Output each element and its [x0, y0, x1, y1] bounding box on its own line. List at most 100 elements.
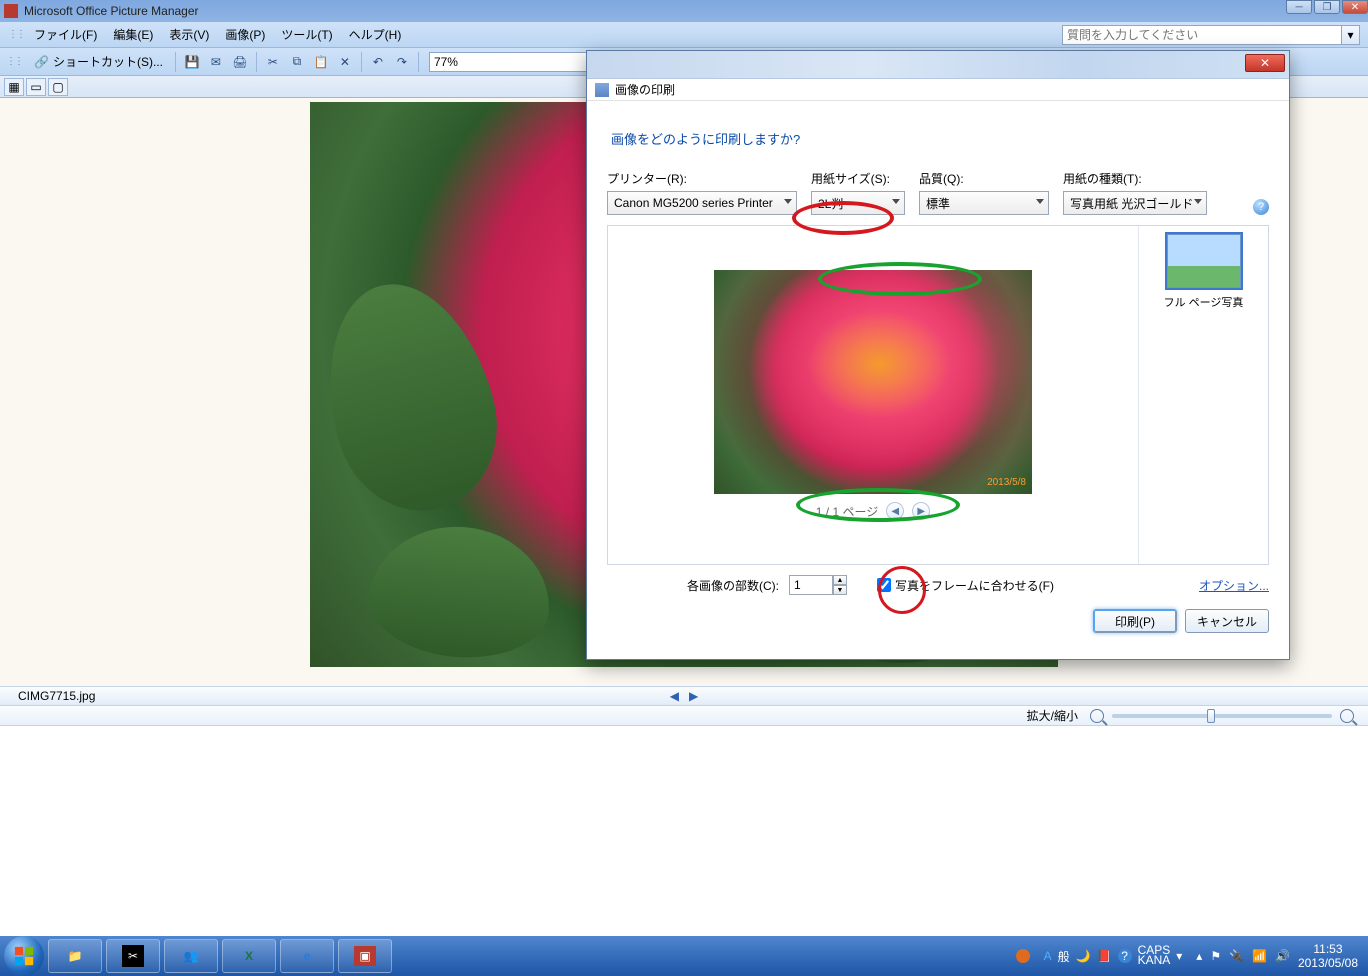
dialog-glass-header[interactable]: ✕	[587, 51, 1289, 79]
task-excel[interactable]: X	[222, 939, 276, 973]
power-icon[interactable]: 🔌	[1229, 949, 1244, 963]
task-picture-manager[interactable]: ▣	[338, 939, 392, 973]
action-center-icon[interactable]: ⚑	[1210, 949, 1221, 963]
paper-type-combo[interactable]: 写真用紙 光沢ゴールド	[1063, 191, 1207, 215]
zoom-input[interactable]	[429, 52, 609, 72]
task-messenger[interactable]: 👥	[164, 939, 218, 973]
dialog-titlebar: 画像の印刷	[587, 79, 1289, 101]
copies-spinner[interactable]: ▲ ▼	[789, 575, 847, 595]
help-search-input[interactable]	[1062, 25, 1342, 45]
single-view-icon[interactable]: ▢	[48, 78, 68, 96]
zoom-out-icon[interactable]	[1090, 709, 1104, 723]
print-icon[interactable]: 🖨	[230, 52, 250, 72]
quality-combo[interactable]: 標準	[919, 191, 1049, 215]
layout-list[interactable]: フル ページ写真	[1138, 226, 1268, 564]
zoom-slider[interactable]	[1112, 714, 1332, 718]
pager-label: 1 / 1 ページ	[816, 503, 878, 520]
ime-help-icon[interactable]: ?	[1118, 949, 1132, 963]
copies-label: 各画像の部数(C):	[687, 577, 779, 594]
grip-icon: ⋮⋮	[8, 29, 26, 40]
fit-frame-label: 写真をフレームに合わせる(F)	[895, 577, 1054, 594]
pager-prev-button[interactable]: ◀	[886, 502, 904, 520]
cut-icon[interactable]: ✂	[263, 52, 283, 72]
clock-date: 2013/05/08	[1298, 956, 1358, 970]
printer-combo[interactable]: Canon MG5200 series Printer	[607, 191, 797, 215]
blank-area	[0, 726, 1368, 936]
menu-edit[interactable]: 編集(E)	[105, 24, 161, 45]
shortcut-label: ショートカット(S)...	[53, 53, 163, 70]
ime-mode-a[interactable]: A	[1044, 949, 1052, 963]
zoom-in-icon[interactable]	[1340, 709, 1354, 723]
ime-dropdown-icon[interactable]: ▾	[1176, 949, 1182, 963]
ime-mode-han[interactable]: 般	[1058, 948, 1070, 965]
task-app-1[interactable]: ✂	[106, 939, 160, 973]
separator	[361, 52, 362, 72]
zoom-slider-thumb[interactable]	[1207, 709, 1215, 723]
separator	[418, 52, 419, 72]
menu-bar: ⋮⋮ ファイル(F) 編集(E) 表示(V) 画像(P) ツール(T) ヘルプ(…	[0, 22, 1368, 48]
redo-icon[interactable]: ↷	[392, 52, 412, 72]
paper-type-value: 写真用紙 光沢ゴールド	[1070, 195, 1193, 212]
pager-next-button[interactable]: ▶	[912, 502, 930, 520]
copies-up-button[interactable]: ▲	[833, 575, 847, 585]
app-icon	[4, 4, 18, 18]
layout-fullpage-thumb[interactable]	[1167, 234, 1241, 288]
dialog-help-icon[interactable]: ?	[1253, 199, 1269, 215]
filmstrip-view-icon[interactable]: ▭	[26, 78, 46, 96]
fit-frame-checkbox[interactable]	[877, 578, 891, 592]
menu-tools[interactable]: ツール(T)	[273, 24, 340, 45]
paper-type-label: 用紙の種類(T):	[1063, 170, 1207, 187]
separator	[256, 52, 257, 72]
prev-image-icon[interactable]: ◀	[670, 689, 679, 703]
copies-down-button[interactable]: ▼	[833, 585, 847, 595]
print-button[interactable]: 印刷(P)	[1093, 609, 1177, 633]
quality-label: 品質(Q):	[919, 170, 1049, 187]
tray-icon-1[interactable]	[1016, 949, 1030, 963]
dialog-title: 画像の印刷	[615, 81, 675, 98]
maximize-button[interactable]: ❐	[1314, 0, 1340, 14]
copies-input[interactable]	[789, 575, 833, 595]
cancel-button[interactable]: キャンセル	[1185, 609, 1269, 633]
menu-image[interactable]: 画像(P)	[217, 24, 273, 45]
help-search-dropdown[interactable]: ▾	[1342, 25, 1360, 45]
undo-icon[interactable]: ↶	[368, 52, 388, 72]
next-image-icon[interactable]: ▶	[689, 689, 698, 703]
folder-icon: 📁	[68, 949, 83, 963]
start-button[interactable]	[4, 936, 44, 976]
menu-help[interactable]: ヘルプ(H)	[341, 24, 410, 45]
save-icon[interactable]: 💾	[182, 52, 202, 72]
thumbnail-view-icon[interactable]: ▦	[4, 78, 24, 96]
ie-icon: e	[304, 949, 311, 963]
people-icon: 👥	[184, 949, 199, 963]
task-ie[interactable]: e	[280, 939, 334, 973]
ime-toolbar[interactable]: A 般 🌙 📕 ? CAPSKANA ▾	[1038, 944, 1189, 968]
close-button[interactable]: ✕	[1342, 0, 1368, 14]
ime-icon-1[interactable]: 🌙	[1076, 949, 1091, 963]
windows-logo-icon	[13, 945, 35, 967]
copy-icon[interactable]: ⧉	[287, 52, 307, 72]
ime-icon-2[interactable]: 📕	[1097, 949, 1112, 963]
paste-icon[interactable]: 📋	[311, 52, 331, 72]
separator	[175, 52, 176, 72]
minimize-button[interactable]: ─	[1286, 0, 1312, 14]
filename-label: CIMG7715.jpg	[18, 689, 95, 703]
taskbar-clock[interactable]: 11:53 2013/05/08	[1298, 942, 1358, 970]
menu-file[interactable]: ファイル(F)	[26, 24, 105, 45]
paper-size-combo[interactable]: 2L判	[811, 191, 905, 215]
volume-icon[interactable]: 🔊	[1275, 949, 1290, 963]
network-icon[interactable]: 📶	[1252, 949, 1267, 963]
delete-icon[interactable]: ✕	[335, 52, 355, 72]
print-dialog-icon	[595, 83, 609, 97]
excel-icon: X	[245, 949, 253, 963]
shortcut-button[interactable]: 🔗 ショートカット(S)...	[28, 51, 169, 73]
menu-view[interactable]: 表示(V)	[161, 24, 217, 45]
print-preview-frame: 2013/5/8 1 / 1 ページ ◀ ▶ フル ページ写真	[607, 225, 1269, 565]
paper-size-label: 用紙サイズ(S):	[811, 170, 905, 187]
dialog-close-button[interactable]: ✕	[1245, 54, 1285, 72]
ime-caps-kana[interactable]: CAPSKANA	[1138, 946, 1171, 966]
mail-icon[interactable]: ✉	[206, 52, 226, 72]
shortcut-icon: 🔗	[34, 55, 49, 69]
options-link[interactable]: オプション...	[1199, 577, 1269, 594]
tray-expand-icon[interactable]: ▴	[1196, 949, 1202, 963]
task-explorer[interactable]: 📁	[48, 939, 102, 973]
